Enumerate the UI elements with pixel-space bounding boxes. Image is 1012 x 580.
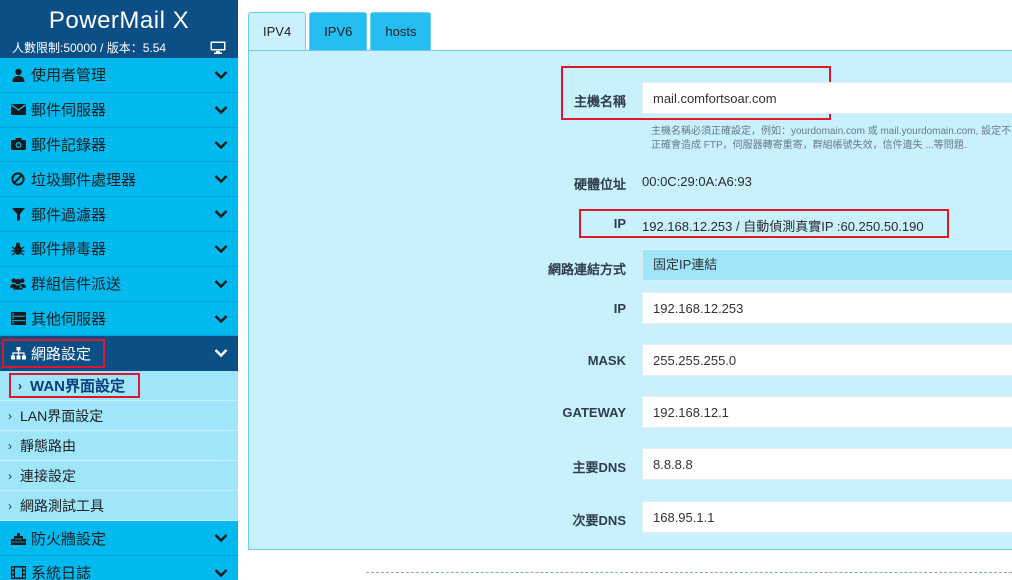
main-content: IPV4 IPV6 hosts 主機名稱 主機名稱必須正確設定，例如：yourd… [238,0,1012,580]
users-icon [10,276,26,292]
server-icon [10,310,26,326]
fire-icon [10,530,26,546]
sidebar-item-label: 郵件過濾器 [31,206,107,224]
sidebar-item-mail-antivirus[interactable]: 郵件掃毒器 [0,231,238,267]
sidebar-item-label: 垃圾郵件處理器 [31,171,137,189]
user-icon [10,67,26,83]
tab-ipv4[interactable]: IPV4 [248,12,307,50]
sidebar-item-firewall[interactable]: 防火牆設定 [0,521,238,556]
chevron-down-icon [214,105,228,114]
sidebar-item-spam-processor[interactable]: 垃圾郵件處理器 [0,162,238,198]
tab-hosts[interactable]: hosts [370,12,432,50]
chevron-down-icon [214,175,228,184]
primary-dns-input[interactable] [642,448,1012,480]
gateway-input[interactable] [642,396,1012,428]
sidebar-item-mail-logger[interactable]: 郵件記錄器 [0,127,238,163]
sidebar-item-network-settings[interactable]: 網路設定 [0,336,238,372]
mac-address-value: 00:0C:29:0A:A6:93 [642,174,752,189]
chevron-down-icon [214,71,228,80]
ip-input[interactable] [642,292,1012,324]
sidebar-item-system-log[interactable]: 系統日誌 [0,555,238,580]
secondary-dns-label: 次要DNS [572,513,626,528]
sidebar-item-label: 使用者管理 [31,67,107,85]
gateway-label: GATEWAY [562,405,626,420]
sidebar-item-label: 系統日誌 [31,565,92,580]
brand-title: PowerMail X [0,0,238,40]
primary-dns-label: 主要DNS [572,460,626,475]
chevron-down-icon [214,210,228,219]
chevron-right-icon: › [8,438,12,453]
chevron-down-icon [214,279,228,288]
hostname-input[interactable] [642,82,1012,114]
chevron-down-icon [214,140,228,149]
ip-info-value: 192.168.12.253 / 自動偵測真實IP :60.250.50.190 [642,219,924,234]
bug-icon [10,241,26,257]
chevron-down-icon [214,534,228,543]
network-settings-highlight [2,339,105,369]
subitem-label: LAN界面設定 [20,407,104,424]
subitem-static-routes[interactable]: › 靜態路由 [0,431,238,462]
sidebar: PowerMail X 人數限制:50000 / 版本：5.54 使用者管理 郵… [0,0,238,580]
monitor-icon[interactable] [210,41,226,54]
envelope-icon [10,102,26,118]
film-icon [10,565,26,580]
ipv4-settings-panel: 主機名稱 主機名稱必須正確設定，例如：yourdomain.com 或 mail… [248,50,1012,550]
ban-icon [10,171,26,187]
mac-address-label: 硬體位址 [573,177,626,192]
subitem-wan-settings[interactable]: › WAN界面設定 [0,371,238,402]
chevron-down-icon [214,245,228,254]
filter-icon [10,206,26,222]
sidebar-item-label: 群組信件派送 [31,276,122,294]
chevron-down-icon [214,314,228,323]
camera-icon [10,136,26,152]
chevron-right-icon: › [8,498,12,513]
sidebar-item-label: 其他伺服器 [31,310,107,328]
sidebar-item-user-management[interactable]: 使用者管理 [0,58,238,93]
license-info: 人數限制:50000 / 版本：5.54 [0,40,238,58]
subitem-label: 連接設定 [20,467,76,484]
divider [366,572,1012,573]
connection-type-label: 網路連結方式 [547,262,626,277]
mask-label: MASK [587,353,626,368]
chevron-right-icon: › [8,408,12,423]
secondary-dns-input[interactable] [642,501,1012,533]
tab-bar: IPV4 IPV6 hosts [248,12,432,50]
subitem-connection-settings[interactable]: › 連接設定 [0,461,238,492]
chevron-down-icon [214,349,228,358]
subitem-lan-settings[interactable]: › LAN界面設定 [0,401,238,432]
subitem-label: 網路測試工具 [20,497,104,514]
hostname-help-text: 主機名稱必須正確設定，例如：yourdomain.com 或 mail.your… [651,126,1012,151]
connection-type-select[interactable]: 固定IP連結 [642,249,1012,281]
sidebar-item-label: 郵件掃毒器 [31,241,107,259]
subitem-network-test-tools[interactable]: › 網路測試工具 [0,491,238,522]
sidebar-item-label: 防火牆設定 [31,530,107,548]
sidebar-item-mail-filter[interactable]: 郵件過濾器 [0,197,238,232]
ip-label: IP [613,301,626,316]
sidebar-item-other-servers[interactable]: 其他伺服器 [0,301,238,337]
sidebar-item-label: 郵件記錄器 [31,136,107,154]
mask-input[interactable] [642,344,1012,376]
sidebar-item-group-mail[interactable]: 群組信件派送 [0,266,238,302]
chevron-down-icon [214,569,228,578]
chevron-right-icon: › [8,468,12,483]
tab-ipv6[interactable]: IPV6 [309,12,368,50]
license-text: 人數限制:50000 / 版本：5.54 [12,41,167,55]
sidebar-item-label: 郵件伺服器 [31,102,107,120]
subitem-label: 靜態路由 [20,437,76,454]
hostname-label: 主機名稱 [573,94,626,109]
sidebar-item-mail-server[interactable]: 郵件伺服器 [0,92,238,128]
ip-info-label: IP [613,216,626,231]
wan-settings-highlight [9,373,140,399]
